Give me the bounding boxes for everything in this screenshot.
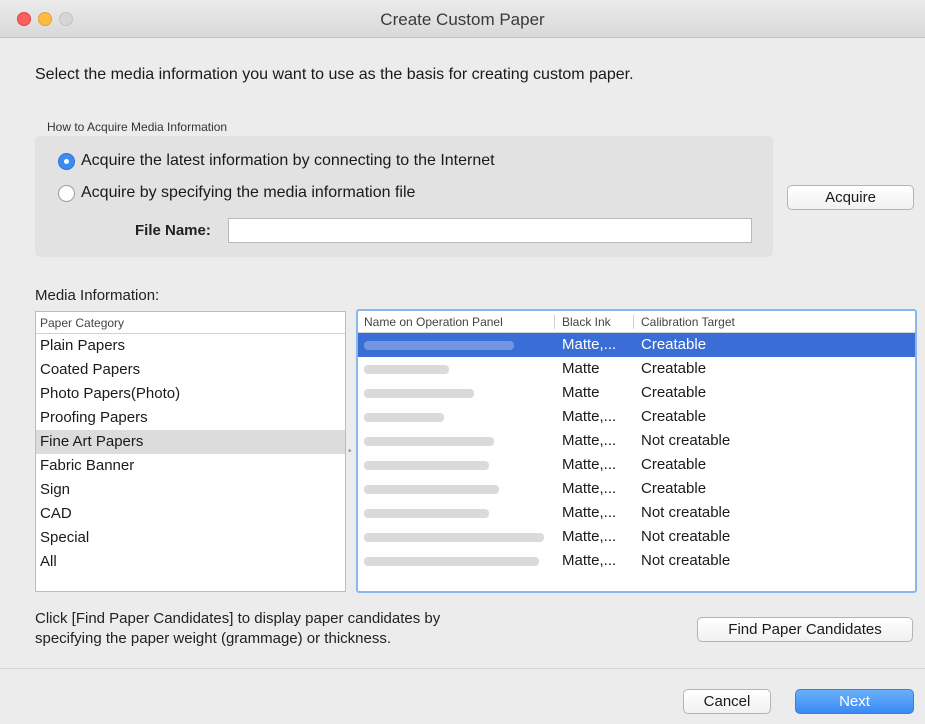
calibration-cell: Not creatable [641, 432, 731, 449]
category-item-all[interactable]: All [36, 550, 345, 574]
table-row[interactable]: Matte,... Creatable [358, 477, 915, 501]
category-item-fabric-banner[interactable]: Fabric Banner [36, 454, 345, 478]
column-header-black-ink[interactable]: Black Ink [562, 311, 611, 333]
hint-line-1: Click [Find Paper Candidates] to display… [35, 610, 441, 627]
media-information-label: Media Information: [35, 287, 160, 304]
category-item-sign[interactable]: Sign [36, 478, 345, 502]
file-name-label: File Name: [135, 222, 211, 239]
blurred-media-name [364, 525, 544, 550]
media-information-table[interactable]: Name on Operation Panel Black Ink Calibr… [356, 309, 917, 593]
blurred-media-name [364, 453, 489, 478]
cancel-button[interactable]: Cancel [683, 689, 771, 714]
blurred-media-name [364, 429, 494, 454]
column-divider [554, 315, 555, 329]
radio-acquire-internet-label[interactable]: Acquire the latest information by connec… [81, 152, 495, 170]
table-row[interactable]: Matte,... Not creatable [358, 501, 915, 525]
category-item-cad[interactable]: CAD [36, 502, 345, 526]
splitter-handle[interactable]: • [348, 446, 352, 457]
blurred-media-name [364, 357, 449, 382]
radio-button-unchecked[interactable] [58, 184, 75, 202]
black-ink-cell: Matte,... [562, 552, 617, 569]
calibration-cell: Not creatable [641, 504, 731, 521]
table-row[interactable]: Matte,... Creatable [358, 405, 915, 429]
category-item-coated-papers[interactable]: Coated Papers [36, 358, 345, 382]
radio-acquire-internet[interactable]: Acquire the latest information by connec… [58, 152, 495, 170]
calibration-cell: Creatable [641, 456, 707, 473]
table-row[interactable]: Matte,... Not creatable [358, 429, 915, 453]
table-row[interactable]: Matte,... Not creatable [358, 525, 915, 549]
create-custom-paper-window: Create Custom Paper Select the media inf… [0, 0, 925, 724]
blurred-media-name [364, 333, 514, 358]
table-row[interactable]: Matte Creatable [358, 357, 915, 381]
file-name-input[interactable] [228, 218, 752, 243]
blurred-media-name [364, 381, 474, 406]
black-ink-cell: Matte [562, 384, 600, 401]
hint-line-2: specifying the paper weight (grammage) o… [35, 630, 392, 647]
category-item-proofing-papers[interactable]: Proofing Papers [36, 406, 345, 430]
black-ink-cell: Matte,... [562, 408, 617, 425]
table-row[interactable]: Matte,... Creatable [358, 333, 915, 357]
category-item-special[interactable]: Special [36, 526, 345, 550]
calibration-cell: Not creatable [641, 552, 731, 569]
black-ink-cell: Matte,... [562, 504, 617, 521]
acquire-group-label: How to Acquire Media Information [47, 120, 228, 134]
table-row[interactable]: Matte,... Creatable [358, 453, 915, 477]
black-ink-cell: Matte,... [562, 528, 617, 545]
calibration-cell: Creatable [641, 408, 707, 425]
column-header-name[interactable]: Name on Operation Panel [364, 311, 503, 333]
intro-text: Select the media information you want to… [35, 66, 634, 83]
calibration-cell: Creatable [641, 336, 707, 353]
black-ink-cell: Matte,... [562, 336, 617, 353]
radio-button-checked[interactable] [58, 152, 75, 170]
find-paper-candidates-button[interactable]: Find Paper Candidates [697, 617, 913, 642]
next-button[interactable]: Next [795, 689, 914, 714]
category-item-fine-art-papers[interactable]: Fine Art Papers [36, 430, 345, 454]
black-ink-cell: Matte,... [562, 456, 617, 473]
calibration-cell: Not creatable [641, 528, 731, 545]
radio-acquire-file-label[interactable]: Acquire by specifying the media informat… [81, 184, 415, 202]
blurred-media-name [364, 405, 444, 430]
blurred-media-name [364, 477, 499, 502]
footer-divider [0, 668, 925, 669]
acquire-button[interactable]: Acquire [787, 185, 914, 210]
paper-category-list[interactable]: Paper Category Plain Papers Coated Paper… [35, 311, 346, 592]
black-ink-cell: Matte [562, 360, 600, 377]
table-row[interactable]: Matte,... Not creatable [358, 549, 915, 573]
column-divider [633, 315, 634, 329]
find-candidates-hint: Click [Find Paper Candidates] to display… [35, 609, 440, 649]
calibration-cell: Creatable [641, 480, 707, 497]
column-header-calibration[interactable]: Calibration Target [641, 311, 735, 333]
calibration-cell: Creatable [641, 384, 707, 401]
black-ink-cell: Matte,... [562, 480, 617, 497]
radio-acquire-file[interactable]: Acquire by specifying the media informat… [58, 184, 415, 202]
category-item-photo-papers[interactable]: Photo Papers(Photo) [36, 382, 345, 406]
title-bar[interactable]: Create Custom Paper [0, 0, 925, 38]
table-header: Name on Operation Panel Black Ink Calibr… [358, 311, 915, 333]
blurred-media-name [364, 501, 489, 526]
blurred-media-name [364, 549, 539, 574]
window-title: Create Custom Paper [380, 10, 545, 29]
paper-category-header: Paper Category [36, 312, 345, 334]
black-ink-cell: Matte,... [562, 432, 617, 449]
calibration-cell: Creatable [641, 360, 707, 377]
table-row[interactable]: Matte Creatable [358, 381, 915, 405]
category-item-plain-papers[interactable]: Plain Papers [36, 334, 345, 358]
